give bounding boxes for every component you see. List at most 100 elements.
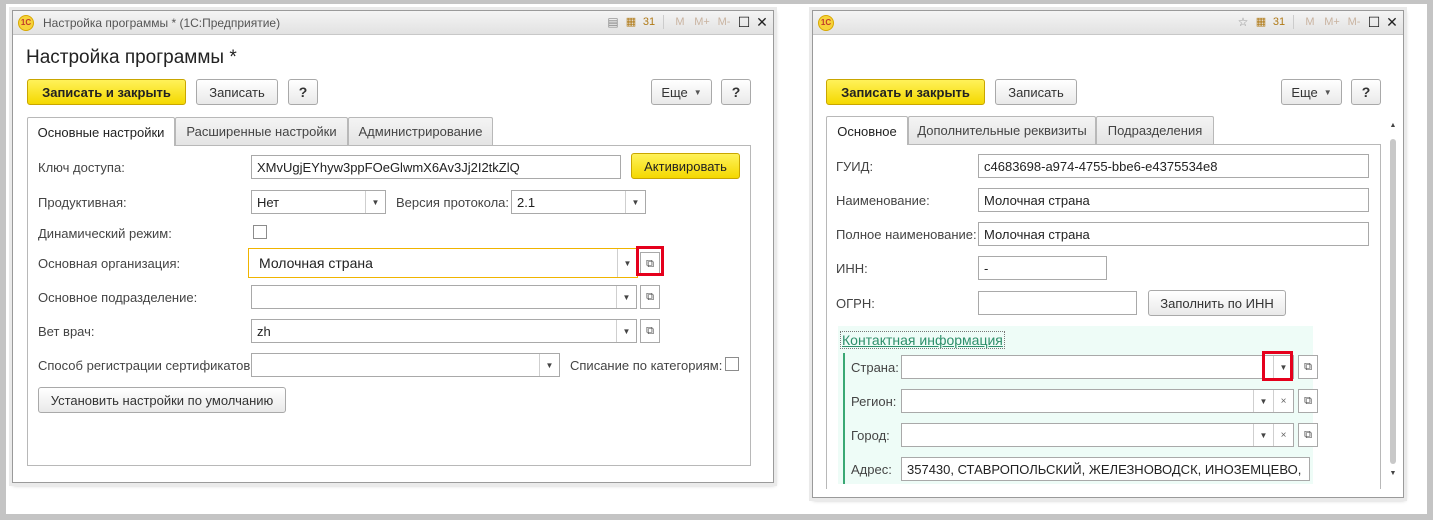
dropdown-icon[interactable]: ▼ bbox=[1253, 424, 1273, 446]
title-bar-tools: ☆ ▦ 31 M M+ M- ☐ ✕ bbox=[1236, 14, 1399, 30]
maximize-icon[interactable]: ☐ bbox=[1367, 14, 1381, 30]
dropdown-icon[interactable]: ▼ bbox=[617, 249, 637, 277]
separator bbox=[663, 15, 664, 29]
vertical-scrollbar[interactable]: ▲ ▼ bbox=[1388, 121, 1398, 481]
close-icon[interactable]: ✕ bbox=[755, 14, 769, 30]
tab-departments[interactable]: Подразделения bbox=[1096, 116, 1214, 144]
1c-logo-icon[interactable]: 1С bbox=[18, 15, 34, 31]
full-name-input[interactable]: Молочная страна bbox=[978, 222, 1369, 246]
address-input[interactable]: 357430, СТАВРОПОЛЬСКИЙ, ЖЕЛЕЗНОВОДСК, ИН… bbox=[901, 457, 1310, 481]
main-dept-label: Основное подразделение: bbox=[38, 290, 198, 305]
1c-logo-icon[interactable]: 1С bbox=[818, 15, 834, 31]
main-org-select[interactable]: Молочная страна ▼ bbox=[248, 248, 638, 278]
open-city-icon[interactable]: ⧉ bbox=[1298, 423, 1318, 447]
table-icon[interactable]: ▦ bbox=[1254, 14, 1268, 30]
save-and-close-button[interactable]: Записать и закрыть bbox=[27, 79, 186, 105]
memory-plus-icon[interactable]: M+ bbox=[693, 14, 711, 30]
full-name-label: Полное наименование: bbox=[836, 227, 977, 242]
ogrn-input[interactable] bbox=[978, 291, 1137, 315]
more-label: Еще bbox=[661, 84, 688, 100]
dynamic-mode-checkbox[interactable] bbox=[253, 225, 267, 239]
access-key-value: XMvUgjEYhyw3ppFOeGlwmX6Av3Jj2I2tkZlQ bbox=[257, 159, 520, 175]
scroll-thumb[interactable] bbox=[1390, 139, 1396, 464]
scroll-up-icon[interactable]: ▲ bbox=[1388, 121, 1398, 131]
region-select[interactable]: ▼ × bbox=[901, 389, 1294, 413]
dropdown-icon[interactable]: ▼ bbox=[1273, 356, 1293, 378]
dropdown-icon[interactable]: ▼ bbox=[625, 191, 645, 213]
open-country-icon[interactable]: ⧉ bbox=[1298, 355, 1318, 379]
help-button[interactable]: ? bbox=[288, 79, 318, 105]
writeoff-checkbox[interactable] bbox=[725, 357, 739, 371]
help-button-2[interactable]: ? bbox=[721, 79, 751, 105]
memory-m-icon[interactable]: M bbox=[1301, 14, 1319, 30]
protocol-version-select[interactable]: 2.1 ▼ bbox=[511, 190, 646, 214]
address-label: Адрес: bbox=[851, 462, 892, 477]
protocol-version-label: Версия протокола: bbox=[396, 195, 510, 210]
tab-main-settings[interactable]: Основные настройки bbox=[27, 117, 175, 146]
inn-input[interactable]: - bbox=[978, 256, 1107, 280]
title-bar-tools: ▤ ▦ 31 M M+ M- ☐ ✕ bbox=[606, 14, 769, 30]
memory-m-icon[interactable]: M bbox=[671, 14, 689, 30]
name-label: Наименование: bbox=[836, 193, 930, 208]
dropdown-icon[interactable]: ▼ bbox=[616, 320, 636, 342]
more-button[interactable]: Еще ▼ bbox=[1281, 79, 1342, 105]
favorite-star-icon[interactable]: ☆ bbox=[1236, 14, 1250, 30]
country-select[interactable]: ▼ bbox=[901, 355, 1294, 379]
tab-administration[interactable]: Администрирование bbox=[348, 117, 493, 145]
vet-select[interactable]: zh ▼ bbox=[251, 319, 637, 343]
settings-window: 1С Настройка программы * (1С:Предприятие… bbox=[12, 10, 774, 483]
access-key-label: Ключ доступа: bbox=[38, 160, 125, 175]
guid-label: ГУИД: bbox=[836, 159, 874, 174]
set-defaults-button[interactable]: Установить настройки по умолчанию bbox=[38, 387, 286, 413]
more-button[interactable]: Еще ▼ bbox=[651, 79, 712, 105]
dropdown-icon[interactable]: ▼ bbox=[1253, 390, 1273, 412]
chevron-down-icon: ▼ bbox=[693, 87, 702, 97]
dropdown-icon[interactable]: ▼ bbox=[539, 354, 559, 376]
save-button[interactable]: Записать bbox=[995, 79, 1077, 105]
calendar-icon[interactable]: 31 bbox=[1272, 14, 1286, 30]
calendar-icon[interactable]: 31 bbox=[642, 14, 656, 30]
save-button[interactable]: Записать bbox=[196, 79, 278, 105]
close-icon[interactable]: ✕ bbox=[1385, 14, 1399, 30]
clear-icon[interactable]: × bbox=[1273, 390, 1293, 412]
open-org-icon[interactable]: ⧉ bbox=[640, 252, 660, 276]
ogrn-label: ОГРН: bbox=[836, 296, 875, 311]
maximize-icon[interactable]: ☐ bbox=[737, 14, 751, 30]
open-dept-icon[interactable]: ⧉ bbox=[640, 285, 660, 309]
chevron-down-icon: ▼ bbox=[1323, 87, 1332, 97]
open-vet-icon[interactable]: ⧉ bbox=[640, 319, 660, 343]
activate-button[interactable]: Активировать bbox=[631, 153, 740, 179]
save-and-close-button[interactable]: Записать и закрыть bbox=[826, 79, 985, 105]
vet-label: Вет врач: bbox=[38, 324, 95, 339]
access-key-input[interactable]: XMvUgjEYhyw3ppFOeGlwmX6Av3Jj2I2tkZlQ bbox=[251, 155, 621, 179]
vet-value: zh bbox=[257, 323, 271, 339]
cert-method-select[interactable]: ▼ bbox=[251, 353, 560, 377]
help-button[interactable]: ? bbox=[1351, 79, 1381, 105]
open-region-icon[interactable]: ⧉ bbox=[1298, 389, 1318, 413]
table-icon[interactable]: ▦ bbox=[624, 14, 638, 30]
guid-input[interactable]: c4683698-a974-4755-bbe6-e4375534e8 bbox=[978, 154, 1369, 178]
main-org-label: Основная организация: bbox=[38, 256, 181, 271]
contact-info-title[interactable]: Контактная информация bbox=[840, 331, 1005, 349]
clear-icon[interactable]: × bbox=[1273, 424, 1293, 446]
memory-minus-icon[interactable]: M- bbox=[1345, 14, 1363, 30]
tab-advanced-settings[interactable]: Расширенные настройки bbox=[175, 117, 348, 145]
tab-additional-attributes[interactable]: Дополнительные реквизиты bbox=[908, 116, 1096, 144]
productive-value: Нет bbox=[257, 194, 280, 210]
guid-value: c4683698-a974-4755-bbe6-e4375534e8 bbox=[984, 158, 1218, 174]
dropdown-icon[interactable]: ▼ bbox=[616, 286, 636, 308]
name-input[interactable]: Молочная страна bbox=[978, 188, 1369, 212]
productive-select[interactable]: Нет ▼ bbox=[251, 190, 386, 214]
dynamic-mode-label: Динамический режим: bbox=[38, 226, 172, 241]
tab-main[interactable]: Основное bbox=[826, 116, 908, 145]
city-select[interactable]: ▼ × bbox=[901, 423, 1294, 447]
group-left-border bbox=[843, 353, 845, 484]
document-icon[interactable]: ▤ bbox=[606, 14, 620, 30]
inn-value: - bbox=[984, 260, 989, 276]
fill-by-inn-button[interactable]: Заполнить по ИНН bbox=[1148, 290, 1286, 316]
main-dept-select[interactable]: ▼ bbox=[251, 285, 637, 309]
memory-minus-icon[interactable]: M- bbox=[715, 14, 733, 30]
memory-plus-icon[interactable]: M+ bbox=[1323, 14, 1341, 30]
scroll-down-icon[interactable]: ▼ bbox=[1388, 469, 1398, 479]
dropdown-icon[interactable]: ▼ bbox=[365, 191, 385, 213]
